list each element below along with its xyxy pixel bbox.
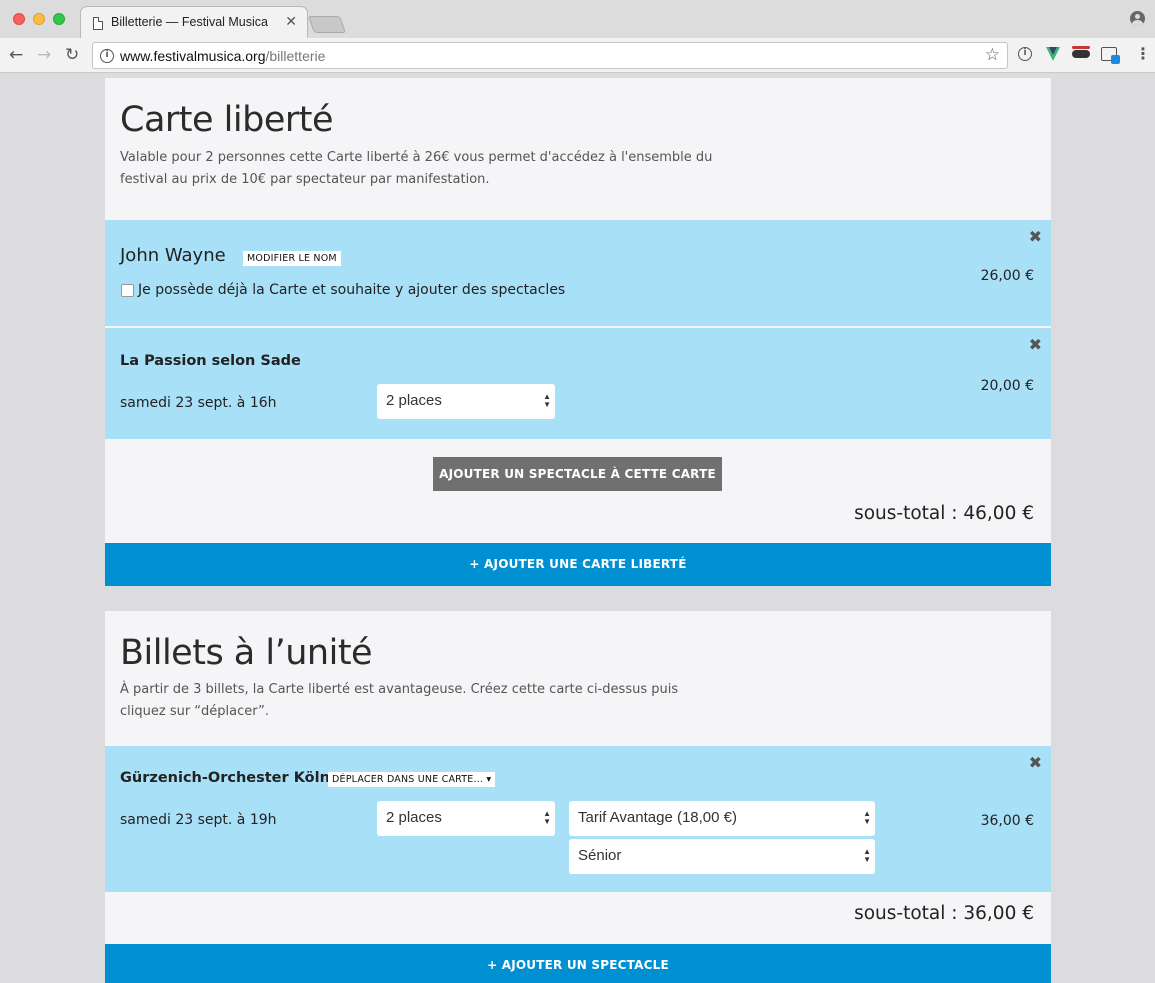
profile-icon[interactable] — [1130, 11, 1145, 26]
select-arrows-icon: ▲ ▼ — [543, 392, 551, 409]
remove-show-icon[interactable]: ✖ — [1029, 335, 1042, 354]
category-select[interactable]: Sénior ▲ ▼ — [569, 839, 875, 874]
move-to-card-dropdown[interactable]: DÉPLACER DANS UNE CARTE... ▾ — [328, 772, 496, 787]
carte-liberte-section: Carte liberté Valable pour 2 personnes c… — [105, 78, 1051, 586]
billets-unite-title: Billets à l’unité — [120, 633, 373, 673]
tarif-select[interactable]: Tarif Avantage (18,00 €) ▲ ▼ — [569, 801, 875, 836]
zoom-window-button[interactable] — [53, 13, 65, 25]
browser-tab[interactable]: Billetterie — Festival Musica ✕ — [80, 6, 308, 38]
carte-liberte-title: Carte liberté — [120, 100, 334, 140]
show-date: samedi 23 sept. à 19h — [120, 812, 277, 828]
tab-title: Billetterie — Festival Musica — [111, 15, 268, 29]
document-icon — [93, 17, 103, 30]
select-arrows-icon: ▲ ▼ — [863, 809, 871, 826]
minimize-window-button[interactable] — [33, 13, 45, 25]
places-select[interactable]: 2 places ▲ ▼ — [377, 384, 555, 419]
browser-toolbar: ← → ↻ i www.festivalmusica.org/billetter… — [0, 38, 1155, 73]
modify-name-button[interactable]: MODIFIER LE NOM — [243, 251, 341, 266]
places-select[interactable]: 2 places ▲ ▼ — [377, 801, 555, 836]
close-tab-icon[interactable]: ✕ — [285, 14, 297, 30]
url-text[interactable]: www.festivalmusica.org/billetterie — [120, 48, 325, 64]
add-show-button[interactable]: + AJOUTER UN SPECTACLE — [105, 944, 1051, 983]
forward-arrow-icon[interactable]: → — [37, 45, 51, 65]
already-own-card-label[interactable]: Je possède déjà la Carte et souhaite y a… — [138, 282, 565, 298]
window-extension-icon[interactable] — [1101, 47, 1120, 64]
extension-info-icon[interactable]: i — [1018, 47, 1032, 61]
incognito-mask-icon[interactable] — [1072, 46, 1090, 58]
already-own-card-checkbox[interactable] — [121, 284, 134, 297]
carte-subtotal: sous-total : 46,00 € — [854, 503, 1034, 524]
carte-liberte-description: Valable pour 2 personnes cette Carte lib… — [120, 150, 713, 187]
billets-unite-description: À partir de 3 billets, la Carte liberté … — [120, 682, 679, 719]
vue-devtools-icon[interactable] — [1046, 47, 1060, 61]
card-price: 26,00 € — [980, 268, 1034, 284]
billets-subtotal: sous-total : 36,00 € — [854, 903, 1034, 924]
dropdown-caret-icon: ▾ — [486, 774, 492, 785]
reload-icon[interactable]: ↻ — [65, 45, 79, 65]
url-path: /billetterie — [265, 48, 326, 64]
places-select-value: 2 places — [386, 809, 442, 826]
carte-show-row: ✖ La Passion selon Sade samedi 23 sept. … — [105, 328, 1051, 439]
select-arrows-icon: ▲ ▼ — [543, 809, 551, 826]
url-host: www.festivalmusica.org — [120, 48, 266, 64]
move-to-card-label: DÉPLACER DANS UNE CARTE... — [332, 774, 484, 785]
select-arrows-icon: ▲ ▼ — [863, 847, 871, 864]
show-title: La Passion selon Sade — [120, 353, 301, 369]
add-show-to-card-button[interactable]: AJOUTER UN SPECTACLE À CETTE CARTE — [433, 457, 722, 491]
category-select-value: Sénior — [578, 847, 622, 864]
places-select-value: 2 places — [386, 392, 442, 409]
address-bar[interactable]: i www.festivalmusica.org/billetterie ☆ — [92, 42, 1008, 69]
billets-unite-section: Billets à l’unité À partir de 3 billets,… — [105, 611, 1051, 983]
close-window-button[interactable] — [13, 13, 25, 25]
single-show-row: ✖ Gürzenich-Orchester Köln DÉPLACER DANS… — [105, 746, 1051, 892]
show-price: 36,00 € — [980, 813, 1034, 829]
tarif-select-value: Tarif Avantage (18,00 €) — [578, 809, 737, 826]
show-title: Gürzenich-Orchester Köln — [120, 770, 330, 786]
bookmark-star-icon[interactable]: ☆ — [985, 45, 1000, 65]
site-info-icon[interactable]: i — [100, 49, 114, 63]
new-tab-button[interactable] — [307, 16, 347, 33]
show-price: 20,00 € — [980, 378, 1034, 394]
add-card-button[interactable]: + AJOUTER UNE CARTE LIBERTÉ — [105, 543, 1051, 586]
browser-menu-icon[interactable]: ⋮ — [1135, 46, 1151, 62]
card-holder-row: ✖ John Wayne MODIFIER LE NOM Je possède … — [105, 220, 1051, 326]
show-date: samedi 23 sept. à 16h — [120, 395, 277, 411]
back-arrow-icon[interactable]: ← — [9, 45, 23, 65]
page-viewport: Carte liberté Valable pour 2 personnes c… — [0, 74, 1155, 983]
remove-show-icon[interactable]: ✖ — [1029, 753, 1042, 772]
holder-name: John Wayne — [120, 245, 226, 266]
browser-tab-bar: Billetterie — Festival Musica ✕ — [0, 0, 1155, 38]
remove-card-icon[interactable]: ✖ — [1029, 227, 1042, 246]
